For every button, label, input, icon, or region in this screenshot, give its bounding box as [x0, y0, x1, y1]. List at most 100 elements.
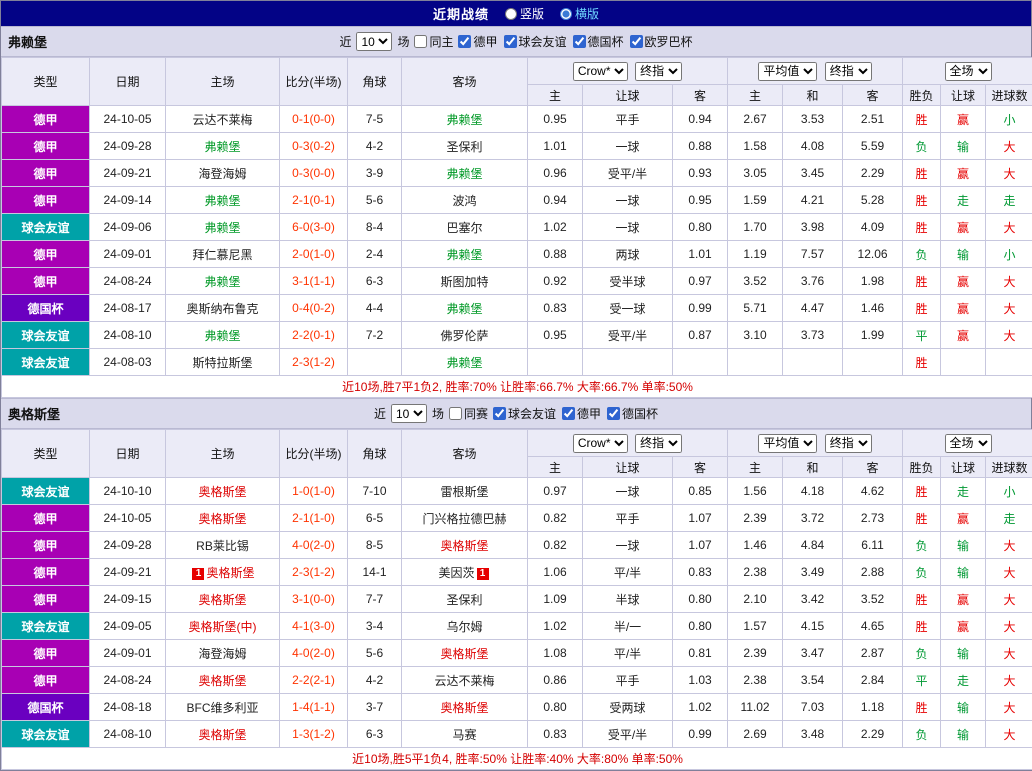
- same-venue-checkbox[interactable]: [414, 35, 427, 48]
- score-cell[interactable]: 4-0(2-0): [280, 640, 348, 667]
- home-team-cell[interactable]: RB莱比锡: [166, 532, 280, 559]
- average-stage-select[interactable]: 终指: [825, 62, 872, 81]
- bookmaker-stage-select[interactable]: 终指: [635, 62, 682, 81]
- result-cell: 胜: [903, 694, 941, 721]
- away-team-cell[interactable]: 奥格斯堡: [402, 532, 528, 559]
- league-filter[interactable]: 德国杯: [573, 33, 624, 50]
- bookmaker-stage-select[interactable]: 终指: [635, 434, 682, 453]
- home-team-cell[interactable]: 海登海姆: [166, 160, 280, 187]
- score-cell[interactable]: 4-1(3-0): [280, 613, 348, 640]
- home-team-cell[interactable]: 拜仁慕尼黑: [166, 241, 280, 268]
- home-team-cell[interactable]: 奥格斯堡(中): [166, 613, 280, 640]
- away-team-cell[interactable]: 弗赖堡: [402, 241, 528, 268]
- score-cell[interactable]: 1-3(1-2): [280, 721, 348, 748]
- bookmaker-select[interactable]: Crow*: [573, 62, 628, 81]
- score-cell[interactable]: 3-1(1-1): [280, 268, 348, 295]
- home-team-cell[interactable]: 奥格斯堡: [166, 586, 280, 613]
- home-team-cell[interactable]: BFC维多利亚: [166, 694, 280, 721]
- home-team-cell[interactable]: 云达不莱梅: [166, 106, 280, 133]
- recent-count-select[interactable]: 10: [356, 32, 392, 51]
- league-checkbox[interactable]: [504, 35, 517, 48]
- away-team-cell[interactable]: 巴塞尔: [402, 214, 528, 241]
- away-team-cell[interactable]: 斯图加特: [402, 268, 528, 295]
- odds-cell: 受两球: [583, 694, 673, 721]
- home-team-cell[interactable]: 弗赖堡: [166, 214, 280, 241]
- vertical-radio-input[interactable]: [505, 8, 517, 20]
- away-team-cell[interactable]: 美因茨1: [402, 559, 528, 586]
- score-cell[interactable]: 2-3(1-2): [280, 349, 348, 376]
- score-cell[interactable]: 2-0(1-0): [280, 241, 348, 268]
- same-venue-filter[interactable]: 同主: [414, 33, 453, 50]
- away-team-cell[interactable]: 奥格斯堡: [402, 640, 528, 667]
- score-cell[interactable]: 2-2(0-1): [280, 322, 348, 349]
- layout-radio-horizontal[interactable]: 横版: [560, 5, 599, 22]
- score-cell[interactable]: 0-4(0-2): [280, 295, 348, 322]
- same-competition-checkbox[interactable]: [449, 407, 462, 420]
- score-cell[interactable]: 1-0(1-0): [280, 478, 348, 505]
- away-team-cell[interactable]: 奥格斯堡: [402, 694, 528, 721]
- league-filter[interactable]: 德甲: [458, 33, 497, 50]
- score-cell[interactable]: 0-3(0-2): [280, 133, 348, 160]
- league-checkbox[interactable]: [458, 35, 471, 48]
- away-team-cell[interactable]: 马赛: [402, 721, 528, 748]
- average-stage-select[interactable]: 终指: [825, 434, 872, 453]
- score-cell[interactable]: 0-1(0-0): [280, 106, 348, 133]
- odds-cell: 1.02: [528, 214, 583, 241]
- home-team-cell[interactable]: 弗赖堡: [166, 187, 280, 214]
- bookmaker-select[interactable]: Crow*: [573, 434, 628, 453]
- away-team-cell[interactable]: 弗赖堡: [402, 295, 528, 322]
- away-team-cell[interactable]: 乌尔姆: [402, 613, 528, 640]
- layout-radio-vertical[interactable]: 竖版: [505, 5, 544, 22]
- date-cell: 24-09-14: [90, 187, 166, 214]
- away-team-cell[interactable]: 弗赖堡: [402, 160, 528, 187]
- score-cell[interactable]: 0-3(0-0): [280, 160, 348, 187]
- fulltime-select[interactable]: 全场: [945, 434, 992, 453]
- home-team-cell[interactable]: 斯特拉斯堡: [166, 349, 280, 376]
- home-team-cell[interactable]: 奥格斯堡: [166, 478, 280, 505]
- home-team-cell[interactable]: 奥格斯堡: [166, 667, 280, 694]
- score-cell[interactable]: 2-2(2-1): [280, 667, 348, 694]
- score-cell[interactable]: 2-1(0-1): [280, 187, 348, 214]
- home-team-cell[interactable]: 弗赖堡: [166, 133, 280, 160]
- league-filter[interactable]: 球会友谊: [493, 405, 556, 422]
- league-checkbox[interactable]: [573, 35, 586, 48]
- away-team-cell[interactable]: 波鸿: [402, 187, 528, 214]
- away-team-cell[interactable]: 圣保利: [402, 586, 528, 613]
- home-team-cell[interactable]: 奥格斯堡: [166, 721, 280, 748]
- away-team-cell[interactable]: 弗赖堡: [402, 349, 528, 376]
- recent-count-select[interactable]: 10: [391, 404, 427, 423]
- fulltime-select[interactable]: 全场: [945, 62, 992, 81]
- horizontal-radio-input[interactable]: [560, 8, 572, 20]
- score-cell[interactable]: 1-4(1-1): [280, 694, 348, 721]
- home-team-cell[interactable]: 弗赖堡: [166, 268, 280, 295]
- away-team-cell[interactable]: 圣保利: [402, 133, 528, 160]
- odds-cell: 2.88: [843, 559, 903, 586]
- away-team-cell[interactable]: 佛罗伦萨: [402, 322, 528, 349]
- score-cell[interactable]: 3-1(0-0): [280, 586, 348, 613]
- home-team-cell[interactable]: 奥格斯堡: [166, 505, 280, 532]
- league-filter[interactable]: 欧罗巴杯: [630, 33, 693, 50]
- league-checkbox[interactable]: [493, 407, 506, 420]
- league-filter[interactable]: 德国杯: [607, 405, 658, 422]
- home-team-cell[interactable]: 奥斯纳布鲁克: [166, 295, 280, 322]
- league-filter[interactable]: 德甲: [562, 405, 601, 422]
- home-team-cell[interactable]: 弗赖堡: [166, 322, 280, 349]
- page-title: 近期战绩: [433, 4, 489, 23]
- home-team-cell[interactable]: 海登海姆: [166, 640, 280, 667]
- same-competition-filter[interactable]: 同赛: [449, 405, 488, 422]
- average-select[interactable]: 平均值: [758, 434, 817, 453]
- score-cell[interactable]: 4-0(2-0): [280, 532, 348, 559]
- away-team-cell[interactable]: 雷根斯堡: [402, 478, 528, 505]
- away-team-cell[interactable]: 门兴格拉德巴赫: [402, 505, 528, 532]
- home-team-cell[interactable]: 1奥格斯堡: [166, 559, 280, 586]
- league-checkbox[interactable]: [630, 35, 643, 48]
- score-cell[interactable]: 2-3(1-2): [280, 559, 348, 586]
- score-cell[interactable]: 2-1(1-0): [280, 505, 348, 532]
- league-checkbox[interactable]: [607, 407, 620, 420]
- away-team-cell[interactable]: 弗赖堡: [402, 106, 528, 133]
- away-team-cell[interactable]: 云达不莱梅: [402, 667, 528, 694]
- league-filter[interactable]: 球会友谊: [504, 33, 567, 50]
- league-checkbox[interactable]: [562, 407, 575, 420]
- score-cell[interactable]: 6-0(3-0): [280, 214, 348, 241]
- average-select[interactable]: 平均值: [758, 62, 817, 81]
